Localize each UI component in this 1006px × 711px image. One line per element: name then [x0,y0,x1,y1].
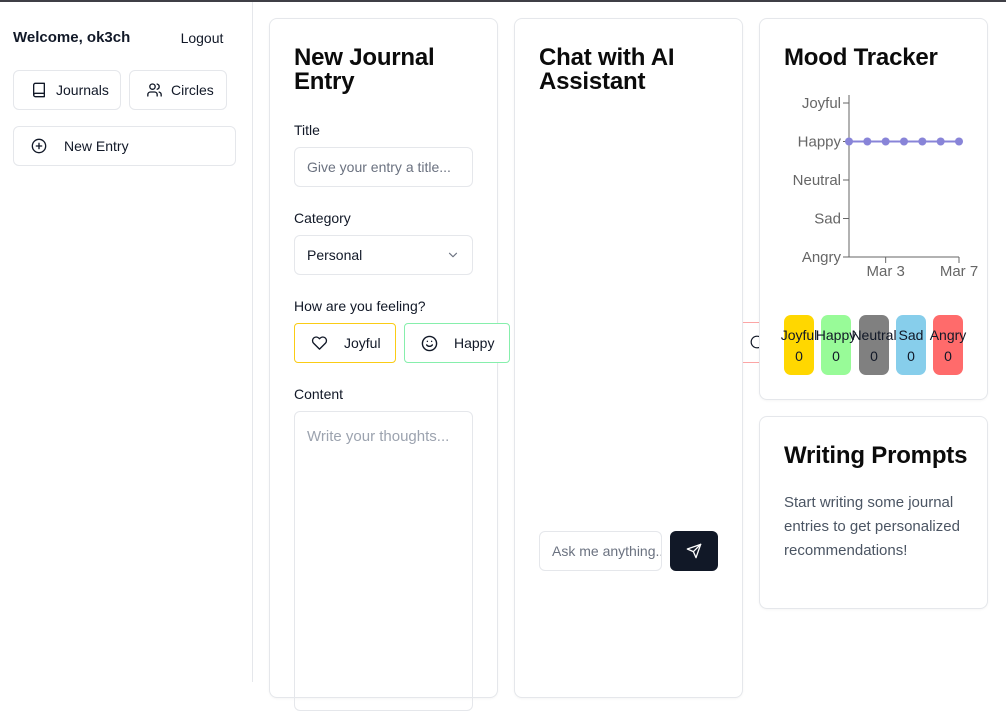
send-icon [686,543,702,559]
new-journal-entry-card: New Journal Entry Title Give your entry … [269,18,510,711]
prompts-text: Start writing some journal entries to ge… [784,494,960,559]
new-entry-label: New Entry [64,138,129,154]
category-label: Category [294,210,351,226]
mood-count-value: 0 [870,348,878,364]
card-title: Writing Prompts [784,442,968,469]
mood-count-label: Happy [815,327,857,343]
card-title: Chat with AI Assistant [539,44,675,95]
y-tick-label: Joyful [802,95,841,112]
mood-icon [750,335,759,349]
mood-chart: Angry Sad Neutral Happy Joyful Mar 3 Mar 7 [793,95,978,280]
y-tick-label: Sad [814,211,841,228]
new-entry-button[interactable]: New Entry [13,126,236,166]
send-button[interactable] [670,531,718,571]
heart-icon [311,336,328,350]
content-label: Content [294,386,344,402]
mood-data-point [845,137,853,146]
mood-count-label: Neutral [851,327,897,343]
y-tick-label: Happy [798,134,842,151]
logout-button[interactable]: Logout [170,21,234,55]
chat-input[interactable]: Ask me anything... [539,531,662,571]
content-textarea[interactable]: Write your thoughts... [294,411,473,711]
mood-count-label: Sad [898,327,924,343]
category-select[interactable]: Personal [294,235,473,275]
smile-icon [421,335,438,351]
mood-count-value: 0 [944,348,952,364]
title-label: Title [294,122,320,138]
chat-card: Chat with AI Assistant Ask me anything..… [514,18,743,698]
mood-happy-label: Happy [454,335,495,351]
mood-count-neutral: Neutral 0 [851,315,897,375]
mood-count-angry: Angry 0 [930,315,966,375]
mood-joyful-label: Joyful [344,335,381,351]
mood-data-point [936,137,945,146]
category-value: Personal [307,247,363,263]
book-icon [33,82,45,98]
journals-button[interactable]: Journals [13,70,121,110]
mood-count-label: Joyful [780,327,818,343]
mood-count-happy: Happy 0 [816,315,856,375]
x-tick-label: Mar 3 [866,263,904,280]
mood-happy-button[interactable]: Happy [404,323,510,363]
writing-prompts-card: Writing Prompts Start writing some journ… [759,416,988,609]
mood-count-value: 0 [795,348,803,364]
mood-data-point [900,137,908,146]
feeling-label: How are you feeling? [294,298,426,314]
mood-count-value: 0 [907,348,915,364]
y-tick-label: Angry [802,249,842,266]
chevron-down-icon [448,252,458,258]
users-icon [147,83,162,97]
circles-label: Circles [171,82,214,98]
mood-count-value: 0 [832,348,840,364]
mood-data-point [863,137,872,146]
mood-count-label: Angry [929,327,967,343]
mood-joyful-button[interactable]: Joyful [294,323,396,363]
circles-button[interactable]: Circles [129,70,227,110]
y-tick-label: Neutral [793,172,841,189]
mood-data-point [955,137,963,146]
mood-overflow-button[interactable] [743,322,759,363]
journals-label: Journals [56,82,109,98]
welcome-text: Welcome, ok3ch [13,29,131,46]
sidebar: Welcome, ok3ch Logout Journals Circles N… [0,2,253,682]
mood-count-sad: Sad 0 [896,315,926,375]
plus-circle-icon [31,138,47,154]
mood-count-joyful: Joyful 0 [781,315,817,375]
card-title: New Journal Entry [294,44,435,95]
mood-data-point [881,137,890,146]
mood-data-point [918,137,927,146]
mood-tracker-card: Mood Tracker Angry Sad Neutral Happy Joyful M… [759,18,988,400]
x-tick-label: Mar 7 [940,263,978,280]
title-input[interactable]: Give your entry a title... [294,147,473,187]
